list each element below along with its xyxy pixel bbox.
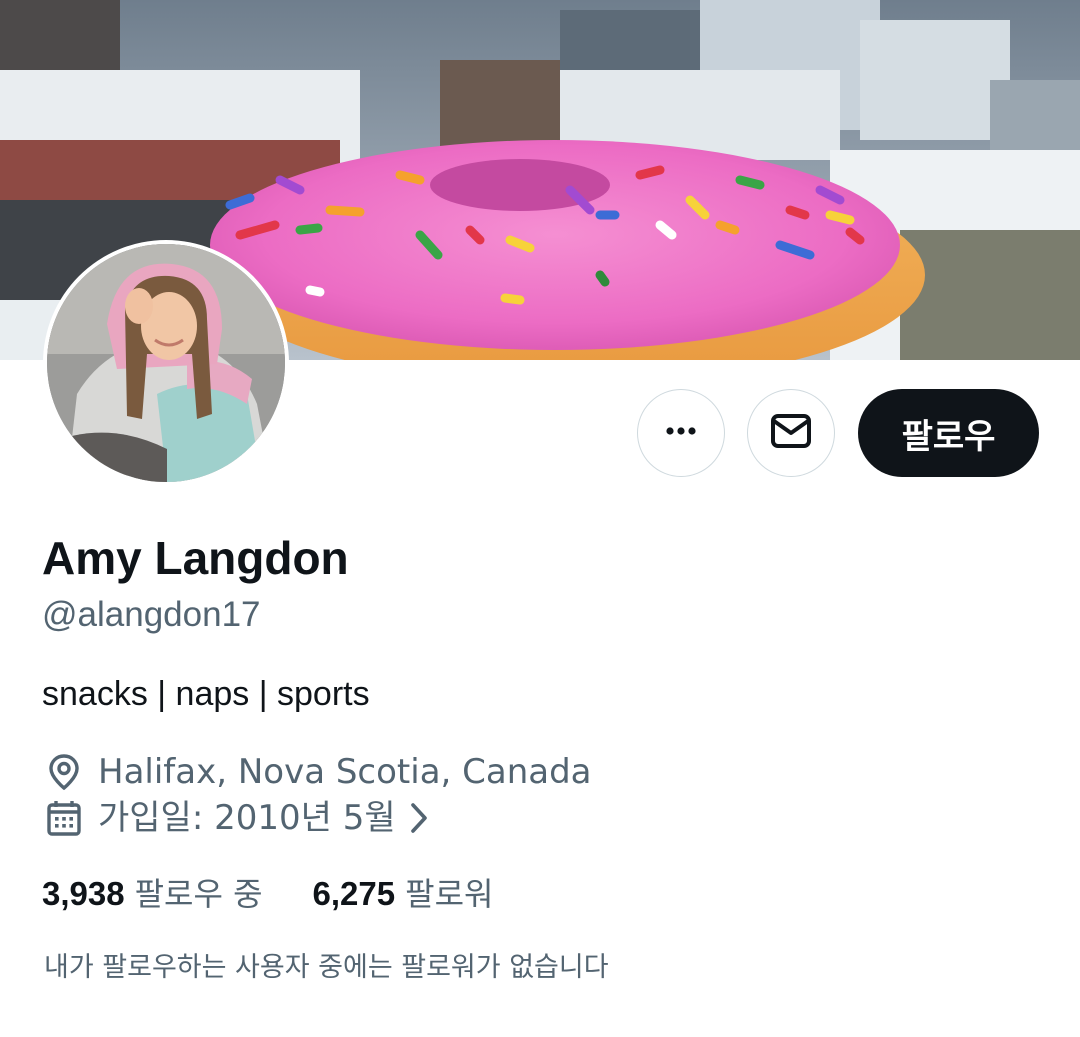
avatar-photo <box>47 244 285 482</box>
followers-count: 6,275 <box>312 875 396 912</box>
profile-name: Amy Langdon <box>42 532 349 584</box>
followers-label: 팔로워 <box>405 875 494 913</box>
profile-avatar[interactable] <box>43 240 289 486</box>
message-button[interactable] <box>747 389 835 477</box>
profile-location: Halifax, Nova Scotia, Canada <box>44 750 592 794</box>
profile-handle: @alangdon17 <box>42 595 261 634</box>
envelope-icon <box>769 409 813 458</box>
location-text: Halifax, Nova Scotia, Canada <box>98 752 592 792</box>
profile-stats: 3,938 팔로우 중 6,275 팔로워 <box>42 872 493 916</box>
followers-you-know-note: 내가 팔로우하는 사용자 중에는 팔로워가 없습니다 <box>44 952 609 983</box>
calendar-icon <box>44 798 84 838</box>
joined-text: 가입일: 2010년 5월 <box>98 798 396 838</box>
follow-button[interactable]: 팔로우 <box>858 389 1039 477</box>
location-pin-icon <box>44 752 84 792</box>
profile-joined-date[interactable]: 가입일: 2010년 5월 <box>44 796 430 840</box>
following-link[interactable]: 3,938 팔로우 중 <box>42 872 263 916</box>
more-button[interactable] <box>637 389 725 477</box>
chevron-right-icon <box>408 801 430 835</box>
profile-bio: snacks | naps | sports <box>42 675 370 713</box>
following-count: 3,938 <box>42 875 125 912</box>
followers-link[interactable]: 6,275 팔로워 <box>313 872 494 916</box>
following-label: 팔로우 중 <box>134 875 263 913</box>
more-horizontal-icon <box>661 411 701 456</box>
